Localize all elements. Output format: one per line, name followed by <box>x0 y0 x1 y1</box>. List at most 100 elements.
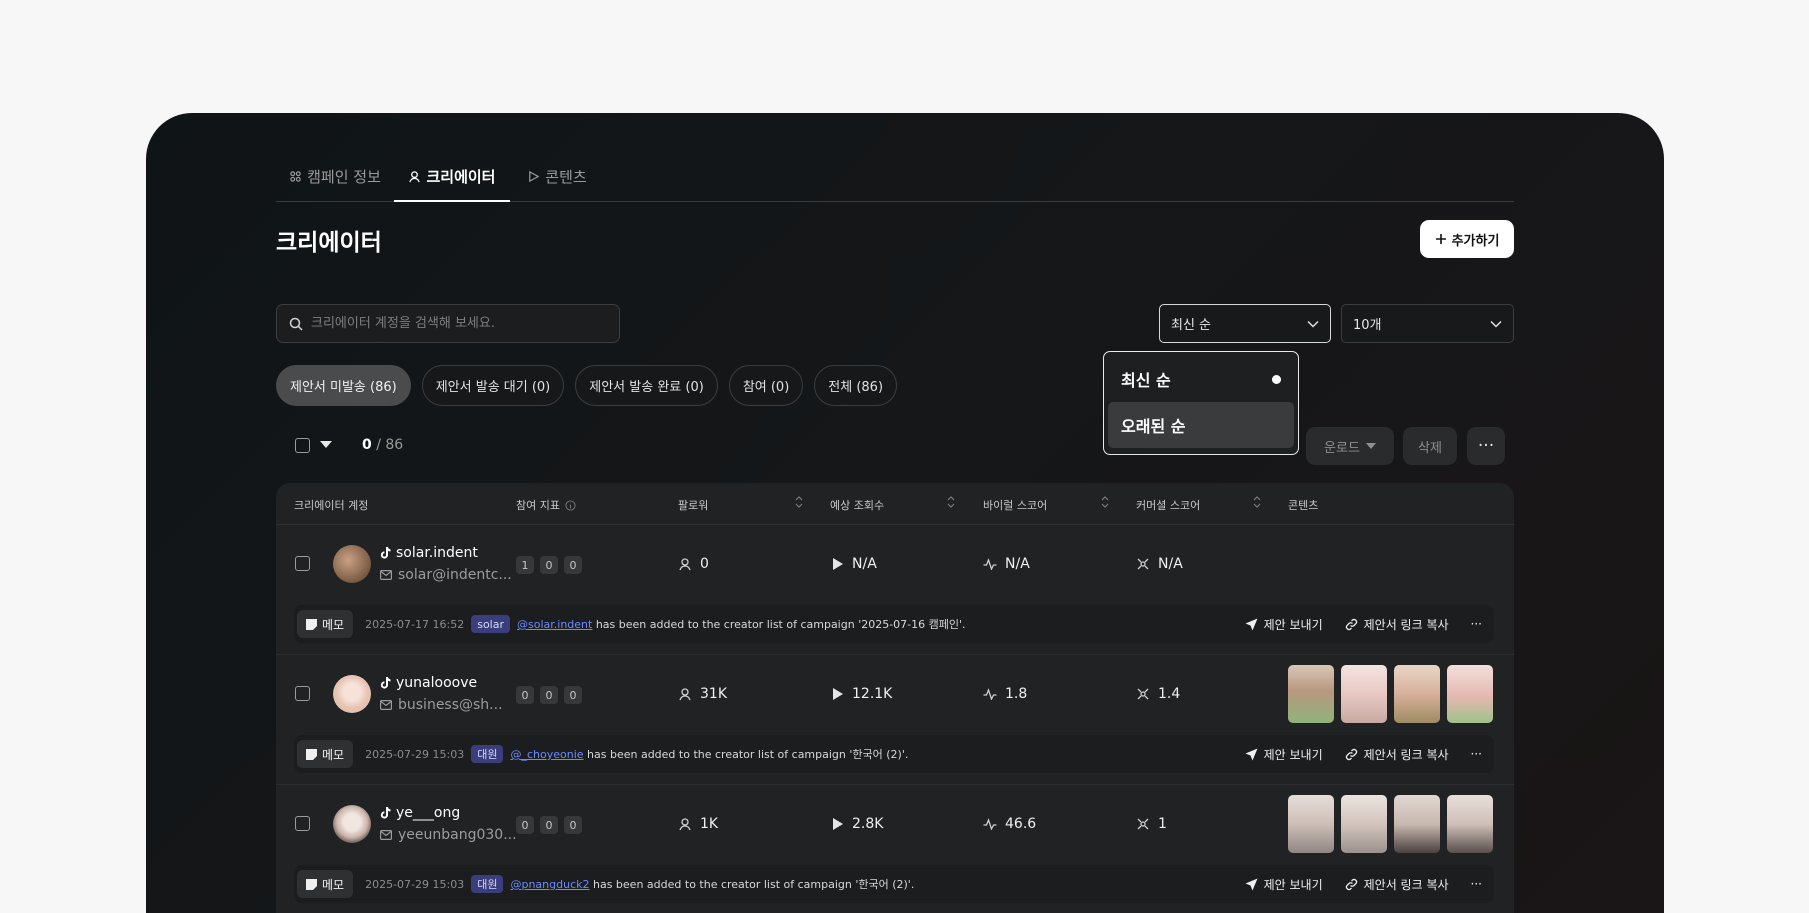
handle-text: solar.indent <box>396 545 478 561</box>
mention-link[interactable]: @_choyeonie <box>510 748 583 761</box>
commercial-icon <box>1137 688 1149 700</box>
sort-icon[interactable] <box>1101 495 1109 509</box>
memo-text: @_choyeonie has been added to the creato… <box>510 746 908 762</box>
sort-icon[interactable] <box>1253 495 1261 509</box>
col-viral-score[interactable]: 바이럴 스코어 <box>983 497 1047 513</box>
info-icon[interactable] <box>565 499 576 511</box>
add-button[interactable]: 추가하기 <box>1420 220 1514 258</box>
memo-button-label: 메모 <box>322 617 345 632</box>
copy-link-button[interactable]: 제안서 링크 복사 <box>1345 616 1449 633</box>
selected-count: 0 <box>362 437 372 453</box>
content-thumbnail[interactable] <box>1341 795 1387 853</box>
send-proposal-label: 제안 보내기 <box>1263 877 1323 892</box>
page-size-select[interactable]: 10개 <box>1341 304 1514 343</box>
memo-button[interactable]: 메모 <box>297 740 354 768</box>
content-thumbnail[interactable] <box>1394 665 1440 723</box>
content-thumbnail[interactable] <box>1288 795 1334 853</box>
col-followers[interactable]: 팔로워 <box>678 497 708 513</box>
chip-not-sent[interactable]: 제안서 미발송 (86) <box>276 365 411 406</box>
memo-message: has been added to the creator list of ca… <box>589 878 915 891</box>
selection-toolbar: 0 / 86 운로드 삭제 ··· <box>276 427 1514 465</box>
commercial-cell: 1 <box>1136 816 1167 832</box>
commercial-icon <box>1137 558 1149 570</box>
creator-handle[interactable]: ye___ong <box>380 805 460 821</box>
sort-select[interactable]: 최신 순 <box>1159 304 1331 343</box>
copy-link-button[interactable]: 제안서 링크 복사 <box>1345 876 1449 893</box>
metric-badge: 0 <box>540 816 558 834</box>
memo-more-button[interactable]: ··· <box>1471 747 1482 761</box>
avatar[interactable] <box>333 805 371 843</box>
user-icon <box>679 558 691 571</box>
download-button[interactable]: 운로드 <box>1306 427 1394 465</box>
send-proposal-button[interactable]: 제안 보내기 <box>1245 746 1323 763</box>
views-value: N/A <box>852 556 877 572</box>
delete-button[interactable]: 삭제 <box>1403 427 1457 465</box>
add-button-label: 추가하기 <box>1451 233 1500 249</box>
sort-option-newest[interactable]: 최신 순 <box>1108 356 1294 402</box>
copy-link-button[interactable]: 제안서 링크 복사 <box>1345 746 1449 763</box>
chip-sent[interactable]: 제안서 발송 완료 (0) <box>575 365 718 406</box>
creator-handle[interactable]: solar.indent <box>380 545 478 561</box>
memo-button[interactable]: 메모 <box>297 610 354 638</box>
search-input[interactable] <box>311 316 601 331</box>
sort-option-oldest[interactable]: 오래된 순 <box>1108 402 1294 448</box>
plus-icon <box>1435 234 1446 244</box>
avatar[interactable] <box>333 675 371 713</box>
copy-link-label: 제안서 링크 복사 <box>1363 747 1449 762</box>
content-thumbnails <box>1288 795 1493 853</box>
memo-tag: solar <box>471 615 510 633</box>
chevron-down-icon <box>1307 320 1319 328</box>
more-button[interactable]: ··· <box>1467 427 1505 465</box>
sort-icon[interactable] <box>795 495 803 509</box>
handle-text: ye___ong <box>396 805 461 821</box>
row-checkbox[interactable] <box>295 686 310 701</box>
send-proposal-button[interactable]: 제안 보내기 <box>1245 616 1323 633</box>
row-checkbox[interactable] <box>295 816 310 831</box>
mail-icon <box>380 570 392 580</box>
memo-text: @pnangduck2 has been added to the creato… <box>510 876 914 892</box>
content-thumbnail[interactable] <box>1394 795 1440 853</box>
avatar[interactable] <box>333 545 371 583</box>
copy-link-label: 제안서 링크 복사 <box>1363 877 1449 892</box>
creator-handle[interactable]: yunalooove <box>380 675 477 691</box>
col-account: 크리에이터 계정 <box>294 499 369 512</box>
memo-more-button[interactable]: ··· <box>1471 617 1482 631</box>
chip-pending[interactable]: 제안서 발송 대기 (0) <box>421 365 565 406</box>
followers-cell: 31K <box>678 686 727 702</box>
mention-link[interactable]: @solar.indent <box>517 618 592 631</box>
note-icon <box>306 878 317 890</box>
content-thumbnail[interactable] <box>1341 665 1387 723</box>
content-thumbnail[interactable] <box>1447 795 1493 853</box>
tab-campaign-info[interactable]: 캠페인 정보 <box>276 151 394 201</box>
send-proposal-label: 제안 보내기 <box>1263 747 1323 762</box>
row-checkbox[interactable] <box>295 556 310 571</box>
select-all-checkbox[interactable] <box>295 438 310 453</box>
link-icon <box>1345 748 1357 760</box>
content-thumbnail[interactable] <box>1288 665 1334 723</box>
caret-down-icon <box>1365 443 1376 449</box>
mention-link[interactable]: @pnangduck2 <box>510 878 589 891</box>
table-row: yunalooove business@sh... 0 0 0 31K 12.1… <box>276 655 1514 785</box>
viral-value: 1.8 <box>1005 686 1028 702</box>
select-menu-caret-icon[interactable] <box>320 441 332 448</box>
content-thumbnail[interactable] <box>1447 665 1493 723</box>
col-expected-views[interactable]: 예상 조회수 <box>830 497 884 513</box>
memo-more-button[interactable]: ··· <box>1471 877 1482 891</box>
email-text: yeeunbang030... <box>398 827 517 843</box>
memo-actions: 제안 보내기 제안서 링크 복사 ··· <box>1245 865 1482 903</box>
tab-creator[interactable]: 크리에이터 <box>394 151 510 202</box>
metric-badge: 0 <box>564 686 582 704</box>
chip-all[interactable]: 전체 (86) <box>814 365 898 406</box>
commercial-cell: N/A <box>1136 556 1183 572</box>
col-commercial-score[interactable]: 커머셜 스코어 <box>1136 497 1200 513</box>
send-proposal-button[interactable]: 제안 보내기 <box>1245 876 1323 893</box>
table-row: ye___ong yeeunbang030... 0 0 0 1K 2.8K 4… <box>276 785 1514 913</box>
memo-text: @solar.indent has been added to the crea… <box>517 616 966 632</box>
memo-button[interactable]: 메모 <box>297 870 354 898</box>
views-cell: 12.1K <box>832 686 892 702</box>
user-icon <box>409 170 421 182</box>
selected-dot-icon <box>1272 374 1281 384</box>
tab-contents[interactable]: 콘텐츠 <box>510 151 604 201</box>
sort-icon[interactable] <box>947 495 955 509</box>
chip-participating[interactable]: 참여 (0) <box>728 365 804 406</box>
